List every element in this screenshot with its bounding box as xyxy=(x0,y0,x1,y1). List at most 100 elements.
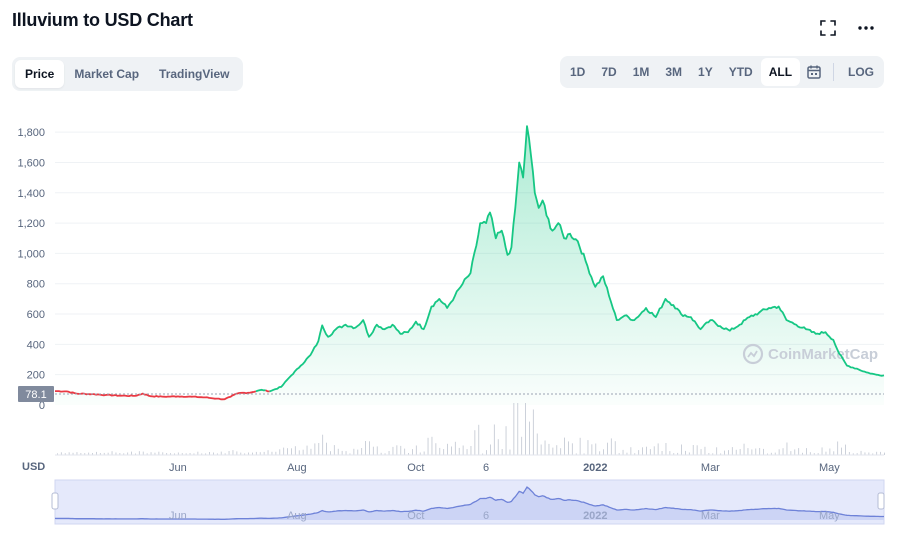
y-tick-label: 1,600 xyxy=(17,157,45,169)
volume-bar xyxy=(794,449,796,455)
x-tick-label: 6 xyxy=(483,462,489,474)
x-tick-label: Mar xyxy=(701,462,720,474)
volume-bar xyxy=(681,444,682,455)
volume-bar xyxy=(603,449,604,455)
volume-bar xyxy=(532,409,534,455)
volume-bar xyxy=(451,446,452,455)
volume-bar xyxy=(790,451,792,455)
x-tick-label: Jun xyxy=(169,462,187,474)
volume-bar xyxy=(396,445,398,455)
volume-bar xyxy=(704,446,706,455)
volume-bar xyxy=(529,421,530,455)
volume-bar xyxy=(599,451,601,455)
x-tick-label: Aug xyxy=(287,462,307,474)
volume-bar xyxy=(798,448,800,455)
x-tick-label: 2022 xyxy=(583,462,607,474)
volume-bar xyxy=(669,451,671,455)
volume-bar xyxy=(622,449,624,455)
navigator-tick-label: May xyxy=(819,510,840,522)
volume-bar xyxy=(759,448,761,455)
current-price-value: 78.1 xyxy=(25,389,46,401)
volume-bar xyxy=(821,447,823,455)
volume-bar xyxy=(111,451,113,455)
volume-bar xyxy=(837,441,839,455)
volume-bar xyxy=(291,448,292,455)
volume-bar xyxy=(548,443,550,455)
volume-bar xyxy=(357,449,359,455)
volume-bar xyxy=(294,446,296,455)
volume-bar xyxy=(423,451,425,455)
volume-bar xyxy=(845,444,846,455)
navigator-tick-label: Oct xyxy=(407,510,424,522)
volume-bar xyxy=(306,445,308,455)
volume-bar xyxy=(521,436,523,455)
navigator-right-handle[interactable] xyxy=(877,492,885,510)
y-tick-label: 1,800 xyxy=(17,127,45,139)
y-tick-label: 1,400 xyxy=(17,188,45,200)
volume-bar xyxy=(283,447,285,455)
volume-bar xyxy=(415,445,417,455)
volume-bar xyxy=(884,452,885,455)
volume-bar xyxy=(142,451,144,455)
volume-bar xyxy=(341,450,343,455)
volume-bar xyxy=(310,448,312,455)
volume-bar xyxy=(365,441,366,455)
volume-bar xyxy=(236,451,238,455)
volume-bar xyxy=(478,424,480,455)
volume-bar xyxy=(404,448,406,455)
volume-bar xyxy=(447,443,448,455)
volume-bar xyxy=(657,443,659,455)
volume-bar xyxy=(716,447,718,455)
volume-bar xyxy=(560,448,562,455)
volume-bar xyxy=(685,450,686,455)
volume-bar xyxy=(318,443,320,455)
volume-bar xyxy=(412,449,413,455)
y-tick-label: 200 xyxy=(27,370,45,382)
volume-bar xyxy=(302,449,304,455)
volume-bar xyxy=(829,448,831,455)
volume-bar xyxy=(232,450,234,455)
volume-bar xyxy=(392,446,394,455)
price-line-down xyxy=(265,389,270,393)
volume-bar xyxy=(517,403,519,455)
volume-bar xyxy=(735,449,737,455)
volume-bar xyxy=(427,437,429,455)
volume-bar xyxy=(454,441,456,455)
navigator-left-handle[interactable] xyxy=(51,492,59,510)
volume-bar xyxy=(314,443,316,455)
volume-bar xyxy=(330,451,331,455)
range-navigator[interactable]: Jun Aug Oct 6 2022 Mar May xyxy=(51,479,885,525)
navigator-tick-label: Jun xyxy=(169,510,187,522)
x-tick-label: May xyxy=(819,462,840,474)
volume-bar xyxy=(782,448,784,455)
volume-bar xyxy=(642,447,643,455)
volume-bar xyxy=(431,436,433,455)
volume-bar xyxy=(743,443,745,455)
volume-bar xyxy=(322,434,324,455)
volume-bar xyxy=(369,441,370,455)
volume-bars xyxy=(57,403,885,455)
volume-bar xyxy=(443,449,445,455)
volume-bar xyxy=(638,450,640,455)
volume-bar xyxy=(571,443,573,455)
volume-bar xyxy=(326,442,327,455)
price-area xyxy=(55,126,884,405)
volume-bar xyxy=(345,451,347,455)
volume-bar xyxy=(564,437,565,455)
volume-bar xyxy=(138,451,140,455)
volume-bar xyxy=(509,449,511,455)
y-tick-label: 600 xyxy=(27,309,45,321)
volume-bar xyxy=(778,449,780,455)
volume-bar xyxy=(579,437,581,455)
price-chart: 02004006008001,0001,2001,4001,6001,800 C… xyxy=(17,125,885,525)
volume-bar xyxy=(806,448,807,455)
volume-bar xyxy=(388,451,390,455)
x-tick-label: Oct xyxy=(407,462,424,474)
volume-bar xyxy=(435,443,437,455)
volume-bar xyxy=(731,447,733,455)
volume-bar xyxy=(552,447,554,455)
volume-bar xyxy=(696,445,698,455)
y-tick-label: 1,200 xyxy=(17,218,45,230)
volume-bar xyxy=(665,443,667,455)
volume-bar xyxy=(376,446,378,455)
